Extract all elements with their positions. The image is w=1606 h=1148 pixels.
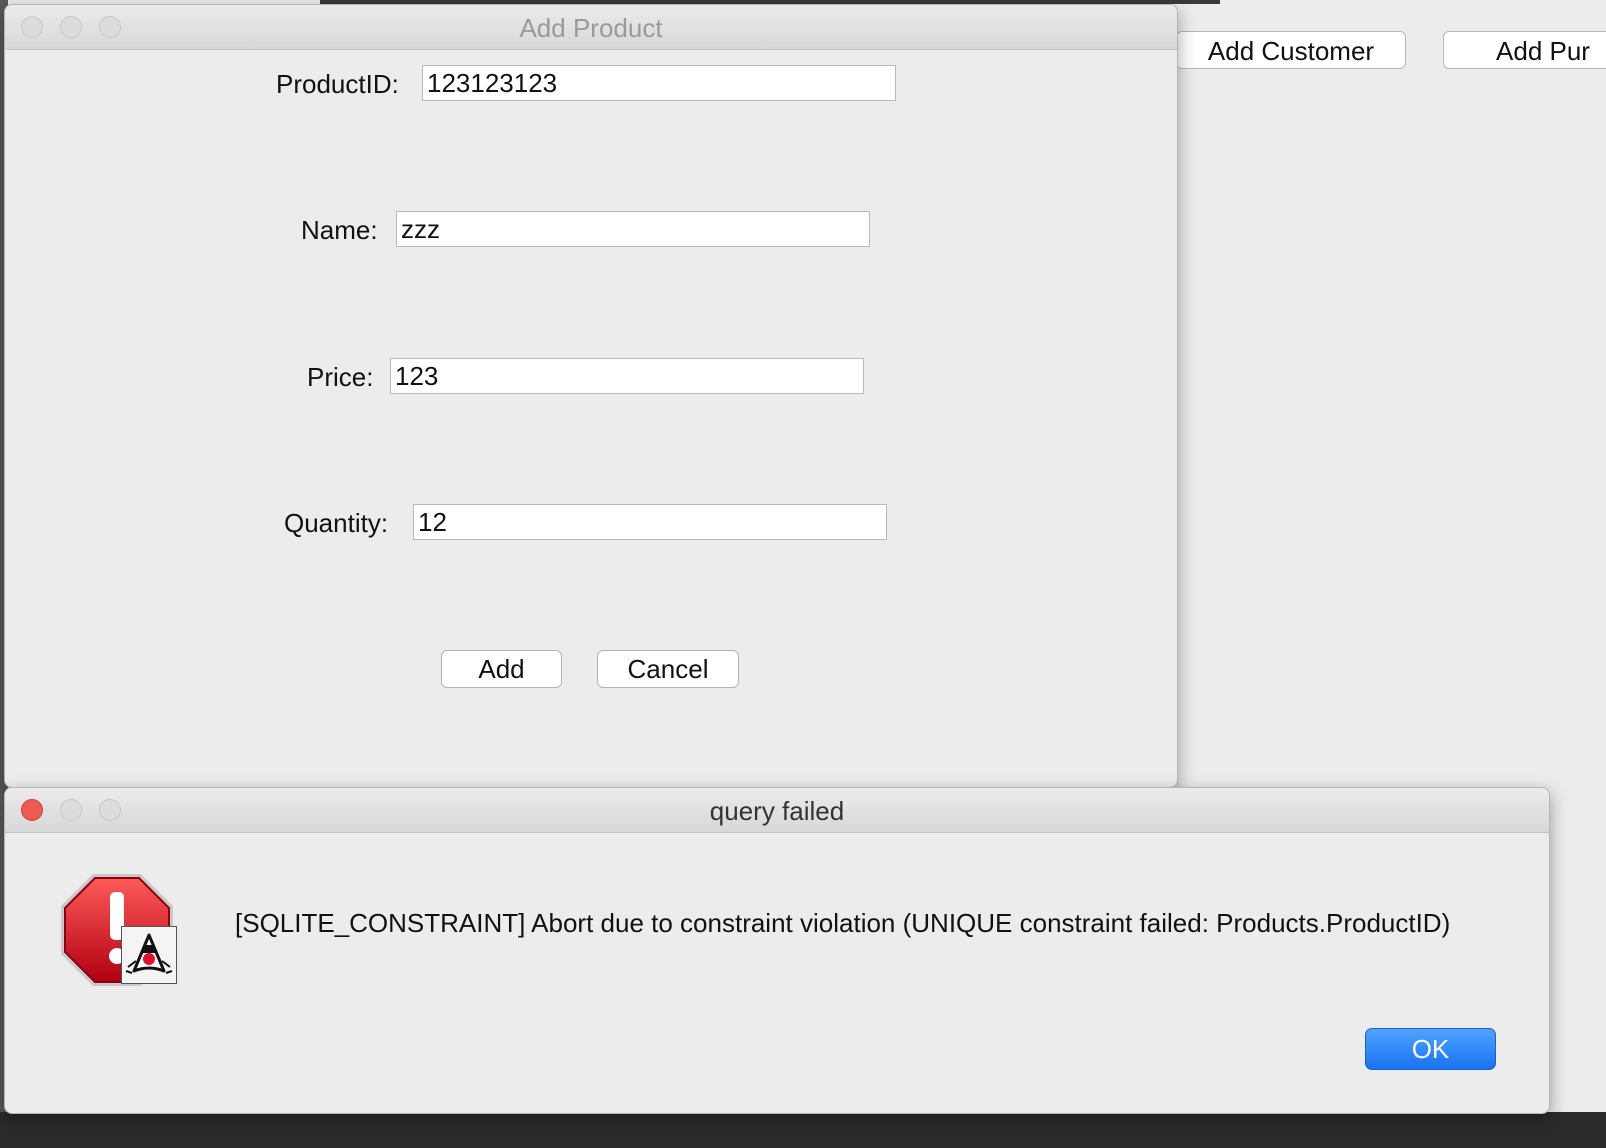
add-button[interactable]: Add — [441, 650, 562, 688]
quantity-input[interactable] — [413, 504, 887, 540]
name-label: Name: — [301, 215, 378, 245]
add-product-dialog: Add Product ProductID: Name: Price: Quan… — [4, 4, 1178, 788]
add-product-title: Add Product — [519, 13, 663, 43]
price-label: Price: — [307, 362, 374, 392]
add-product-titlebar: Add Product — [5, 5, 1177, 50]
query-failed-title: query failed — [709, 796, 845, 826]
error-message: [SQLITE_CONSTRAINT] Abort due to constra… — [235, 908, 1451, 938]
ok-button[interactable]: OK — [1365, 1028, 1496, 1070]
add-customer-button[interactable]: Add Customer — [1176, 31, 1406, 69]
query-failed-titlebar: query failed — [5, 788, 1549, 833]
price-input[interactable] — [390, 358, 864, 394]
product-id-label: ProductID: — [276, 69, 399, 99]
cancel-button[interactable]: Cancel — [597, 650, 739, 688]
add-purchase-button[interactable]: Add Pur — [1443, 31, 1606, 69]
java-duke-badge-icon — [121, 926, 177, 984]
query-failed-dialog: query failed [SQLITE_CONSTRAINT] Abort d… — [4, 787, 1550, 1114]
product-id-input[interactable] — [422, 65, 896, 101]
name-input[interactable] — [396, 211, 870, 247]
quantity-label: Quantity: — [284, 508, 389, 538]
background-bottom-bar — [0, 1112, 1606, 1148]
